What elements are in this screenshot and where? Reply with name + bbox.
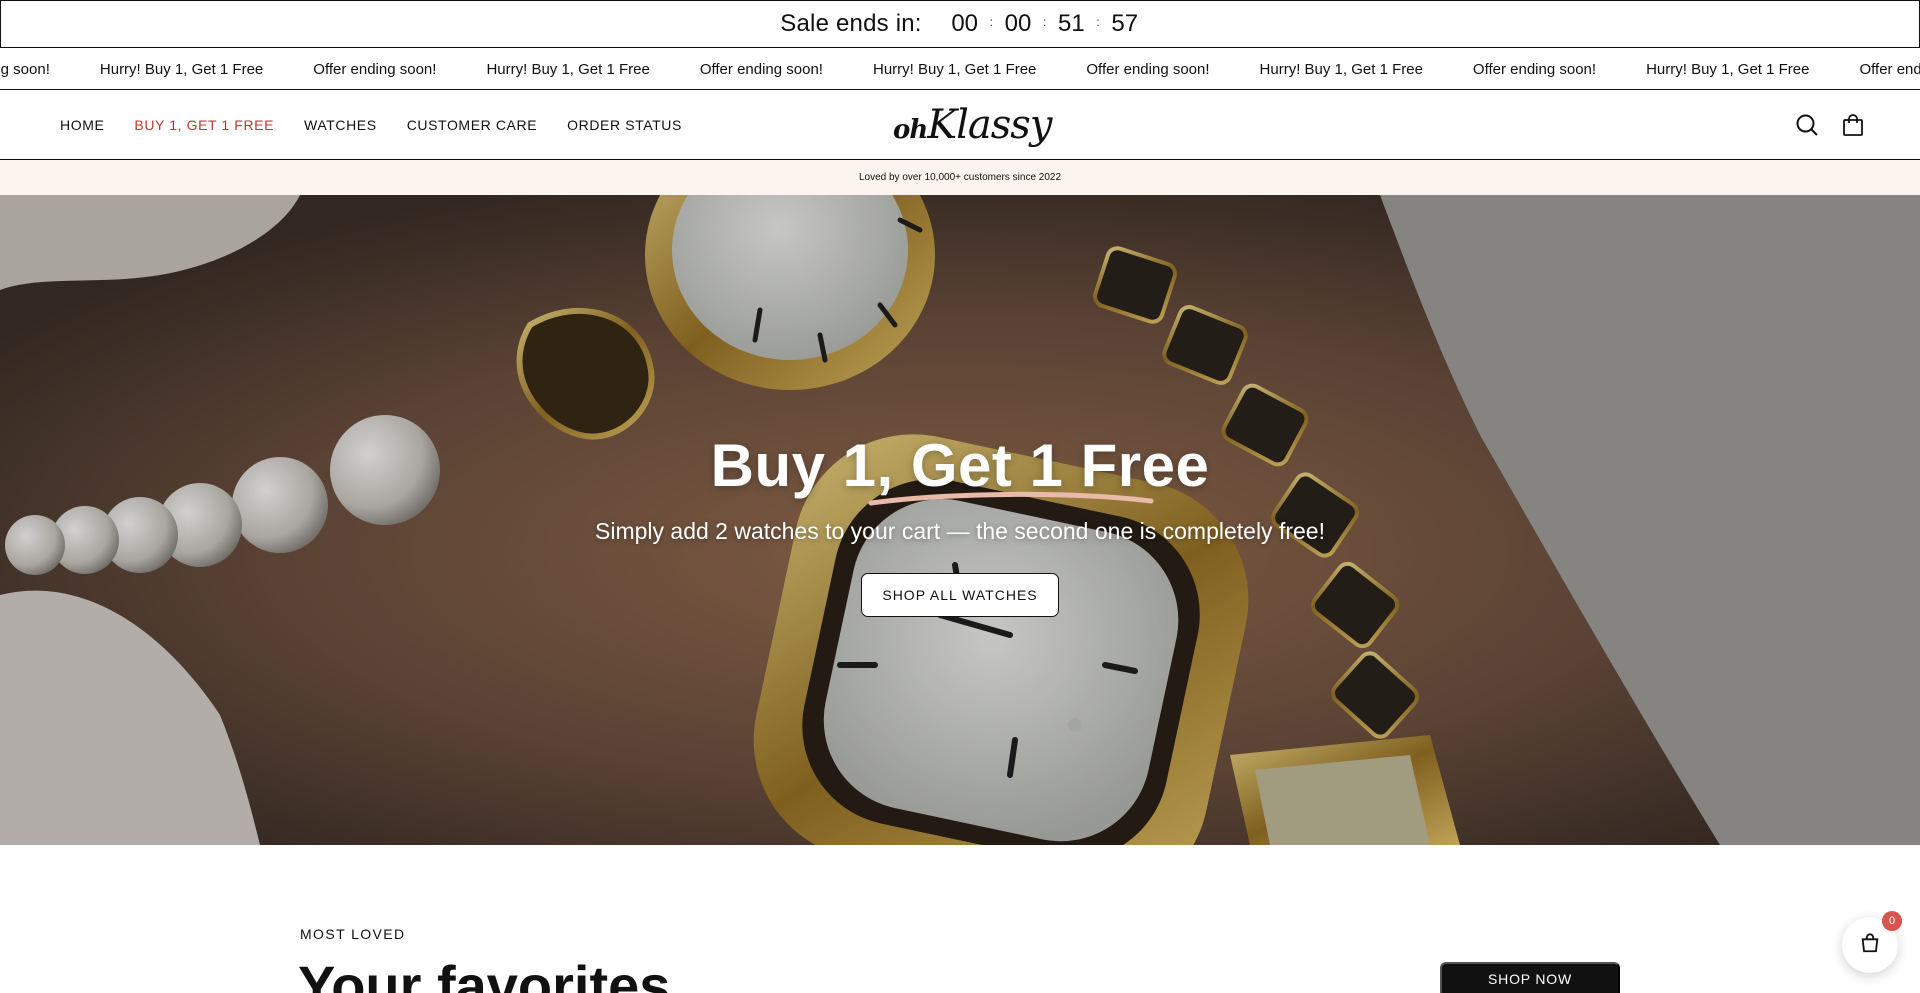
countdown-separator: :	[989, 15, 994, 29]
nav-item-buy-1-get-1-free[interactable]: BUY 1, GET 1 FREE	[134, 117, 274, 133]
hero-title-underline	[868, 491, 1154, 506]
marquee-item: ing soon!	[0, 60, 50, 78]
section-eyebrow: MOST LOVED	[300, 926, 406, 942]
logo-name: Klassy	[927, 102, 1052, 148]
section-title: Your favorites	[298, 954, 671, 993]
countdown-separator: :	[1096, 15, 1100, 29]
announcement-bar: Loved by over 10,000+ customers since 20…	[0, 160, 1920, 195]
marquee-item: Offer ending soon!	[699, 60, 823, 78]
marquee-item: Offer ending soon!	[313, 60, 437, 78]
nav-item-home[interactable]: HOME	[60, 117, 104, 133]
countdown-hours: 00	[1004, 10, 1032, 37]
main-nav: HOME BUY 1, GET 1 FREE WATCHES CUSTOMER …	[60, 90, 682, 160]
marquee-item: Hurry! Buy 1, Get 1 Free	[99, 60, 264, 78]
promo-marquee: ing soon! Hurry! Buy 1, Get 1 Free Offer…	[0, 48, 1920, 90]
hero-subtitle: Simply add 2 watches to your cart — the …	[595, 518, 1325, 544]
hero-banner: Buy 1, Get 1 Free Simply add 2 watches t…	[0, 195, 1920, 845]
cart-count-badge: 0	[1882, 911, 1902, 931]
shopping-bag-icon	[1859, 932, 1881, 959]
sale-countdown-bar: Sale ends in: 00 : 00 : 51 : 57	[0, 0, 1920, 48]
site-logo[interactable]: oh Klassy	[893, 102, 1052, 148]
marquee-item: Offer ending soon!	[1086, 60, 1210, 78]
shop-all-watches-button[interactable]: SHOP ALL WATCHES	[861, 573, 1059, 617]
marquee-item: Hurry! Buy 1, Get 1 Free	[872, 60, 1037, 78]
search-icon[interactable]	[1794, 112, 1820, 138]
countdown-separator: :	[1043, 15, 1047, 29]
hero-title: Buy 1, Get 1 Free	[711, 431, 1210, 506]
nav-item-watches[interactable]: WATCHES	[304, 117, 377, 133]
shopping-bag-icon[interactable]	[1840, 112, 1866, 138]
countdown-label: Sale ends in:	[780, 10, 922, 37]
shop-now-button[interactable]: SHOP NOW	[1440, 962, 1620, 993]
nav-item-order-status[interactable]: ORDER STATUS	[567, 117, 682, 133]
marquee-track: ing soon! Hurry! Buy 1, Get 1 Free Offer…	[0, 48, 1920, 89]
marquee-item: Hurry! Buy 1, Get 1 Free	[486, 60, 650, 78]
marquee-item: Hurry! Buy 1, Get 1 Free	[1259, 60, 1423, 78]
logo-prefix: oh	[893, 115, 928, 145]
hero-content: Buy 1, Get 1 Free Simply add 2 watches t…	[0, 195, 1920, 845]
marquee-item: Hurry! Buy 1, Get 1 Free	[1646, 60, 1810, 78]
countdown-seconds: 57	[1111, 10, 1139, 37]
site-header: HOME BUY 1, GET 1 FREE WATCHES CUSTOMER …	[0, 90, 1920, 160]
marquee-item: Offer ending soon!	[1472, 60, 1597, 78]
countdown-minutes: 51	[1058, 10, 1085, 37]
header-icons	[1794, 90, 1866, 160]
announcement-text: Loved by over 10,000+ customers since 20…	[858, 172, 1062, 183]
floating-cart-button[interactable]: 0	[1842, 911, 1902, 973]
marquee-item: Offer ending soon!	[1859, 60, 1920, 78]
nav-item-customer-care[interactable]: CUSTOMER CARE	[407, 117, 537, 133]
countdown-days: 00	[951, 10, 979, 37]
